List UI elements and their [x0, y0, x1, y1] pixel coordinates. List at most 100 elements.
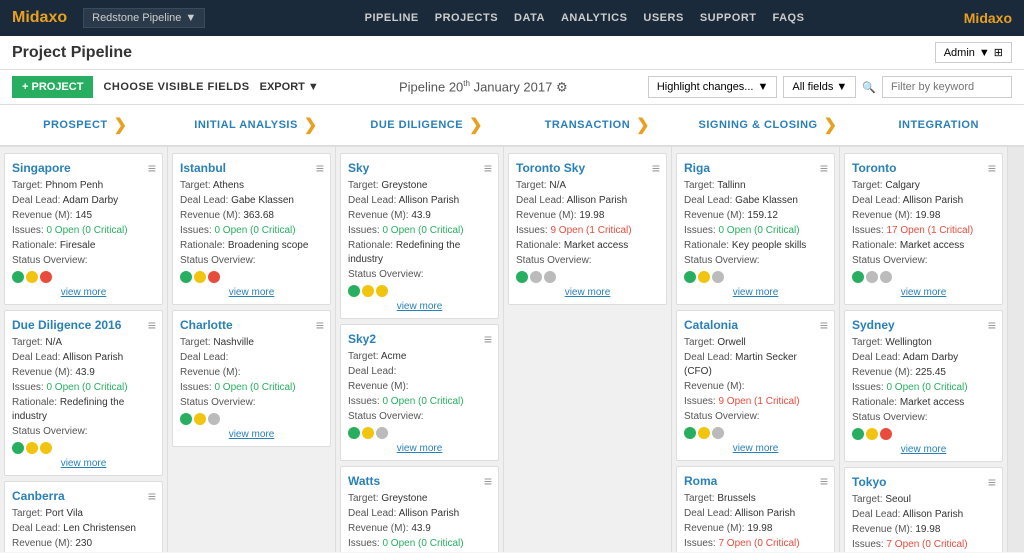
card-field-target: Target: Wellington — [852, 336, 995, 350]
card-menu-icon[interactable]: ≡ — [148, 160, 156, 176]
export-button[interactable]: EXPORT ▼ — [260, 81, 319, 93]
nav-link-data[interactable]: DATA — [514, 12, 545, 24]
card-title[interactable]: Charlotte — [180, 318, 323, 332]
status-dot — [712, 427, 724, 439]
settings-icon[interactable]: ⚙ — [556, 79, 568, 94]
status-dot — [362, 285, 374, 297]
status-dot — [852, 271, 864, 283]
view-more-link[interactable]: view more — [12, 285, 155, 300]
choose-visible-fields-button[interactable]: CHOOSE VISIBLE FIELDS — [103, 81, 249, 93]
card-status-row — [852, 271, 995, 283]
card-title[interactable]: Watts — [348, 474, 491, 488]
stage-due-diligence[interactable]: DUE DILIGENCE❯ — [341, 105, 512, 145]
stage-arrow: ❯ — [636, 115, 650, 135]
card-menu-icon[interactable]: ≡ — [148, 317, 156, 333]
status-dot — [26, 442, 38, 454]
card-title[interactable]: Toronto — [852, 161, 995, 175]
stage-prospect[interactable]: PROSPECT❯ — [0, 105, 171, 145]
view-more-link[interactable]: view more — [348, 299, 491, 314]
nav-link-users[interactable]: USERS — [643, 12, 683, 24]
card-menu-icon[interactable]: ≡ — [316, 160, 324, 176]
all-fields-button[interactable]: All fields ▼ — [783, 76, 856, 98]
status-dot — [516, 271, 528, 283]
card-status-row — [12, 271, 155, 283]
card-menu-icon[interactable]: ≡ — [316, 317, 324, 333]
card-field-issues: Issues: 9 Open (1 Critical) — [516, 224, 659, 238]
stage-integration[interactable]: INTEGRATION — [853, 105, 1024, 145]
highlight-button[interactable]: Highlight changes... ▼ — [648, 76, 778, 98]
stage-initial-analysis[interactable]: INITIAL ANALYSIS❯ — [171, 105, 342, 145]
stage-arrow: ❯ — [304, 115, 318, 135]
card-menu-icon[interactable]: ≡ — [484, 331, 492, 347]
card-menu-icon[interactable]: ≡ — [820, 317, 828, 333]
view-more-link[interactable]: view more — [12, 456, 155, 471]
view-more-link[interactable]: view more — [852, 285, 995, 300]
nav-link-faqs[interactable]: FAQS — [773, 12, 805, 24]
card-menu-icon[interactable]: ≡ — [652, 160, 660, 176]
card-status-label: Status Overview: — [180, 254, 323, 268]
card-menu-icon[interactable]: ≡ — [148, 488, 156, 504]
card: ≡CanberraTarget: Port VilaDeal Lead: Len… — [4, 481, 163, 552]
card-title[interactable]: Sky2 — [348, 332, 491, 346]
card-menu-icon[interactable]: ≡ — [484, 160, 492, 176]
card-menu-icon[interactable]: ≡ — [820, 473, 828, 489]
card-title[interactable]: Tokyo — [852, 475, 995, 489]
card-menu-icon[interactable]: ≡ — [988, 317, 996, 333]
stage-transaction[interactable]: TRANSACTION❯ — [512, 105, 683, 145]
status-dot — [180, 271, 192, 283]
column-due-diligence: ≡SkyTarget: GreystoneDeal Lead: Allison … — [336, 147, 504, 552]
card-menu-icon[interactable]: ≡ — [988, 160, 996, 176]
card-field-deal_lead: Deal Lead: Allison Parish — [348, 507, 491, 521]
card-field-issues: Issues: 0 Open (0 Critical) — [348, 537, 491, 551]
admin-button[interactable]: Admin ▼ ⊞ — [935, 42, 1012, 63]
card-field-deal_lead: Deal Lead: Gabe Klassen — [180, 194, 323, 208]
status-dot — [880, 271, 892, 283]
nav-link-analytics[interactable]: ANALYTICS — [561, 12, 627, 24]
column-integration: ≡TorontoTarget: CalgaryDeal Lead: Alliso… — [840, 147, 1008, 552]
card-menu-icon[interactable]: ≡ — [820, 160, 828, 176]
pipeline-dropdown[interactable]: Redstone Pipeline ▼ — [83, 8, 205, 28]
card-title[interactable]: Riga — [684, 161, 827, 175]
card-field-deal_lead: Deal Lead: — [180, 351, 323, 365]
status-dot — [348, 285, 360, 297]
view-more-link[interactable]: view more — [684, 285, 827, 300]
view-more-link[interactable]: view more — [180, 285, 323, 300]
card-field-revenue: Revenue (M): 159.12 — [684, 209, 827, 223]
card-field-issues: Issues: 0 Open (0 Critical) — [852, 381, 995, 395]
card-field-issues: Issues: 0 Open (0 Critical) — [180, 224, 323, 238]
card-status-label: Status Overview: — [852, 254, 995, 268]
card-field-deal_lead: Deal Lead: Gabe Klassen — [684, 194, 827, 208]
stage-arrow: ❯ — [469, 115, 483, 135]
card-title[interactable]: Sydney — [852, 318, 995, 332]
view-more-link[interactable]: view more — [684, 441, 827, 456]
stage-signing-&-closing[interactable]: SIGNING & CLOSING❯ — [683, 105, 854, 145]
add-project-button[interactable]: + PROJECT — [12, 76, 93, 98]
card-title[interactable]: Catalonia — [684, 318, 827, 332]
status-dot — [684, 427, 696, 439]
nav-link-pipeline[interactable]: PIPELINE — [365, 12, 419, 24]
card-menu-icon[interactable]: ≡ — [484, 473, 492, 489]
card-menu-icon[interactable]: ≡ — [988, 474, 996, 490]
view-more-link[interactable]: view more — [852, 442, 995, 457]
status-dot — [698, 427, 710, 439]
view-more-link[interactable]: view more — [180, 427, 323, 442]
view-more-link[interactable]: view more — [516, 285, 659, 300]
filter-input[interactable] — [882, 76, 1012, 98]
status-dot — [544, 271, 556, 283]
card-title[interactable]: Toronto Sky — [516, 161, 659, 175]
card-title[interactable]: Due Diligence 2016 — [12, 318, 155, 332]
card-title[interactable]: Istanbul — [180, 161, 323, 175]
card-title[interactable]: Canberra — [12, 489, 155, 503]
nav-link-projects[interactable]: PROJECTS — [435, 12, 498, 24]
view-more-link[interactable]: view more — [348, 441, 491, 456]
card-title[interactable]: Singapore — [12, 161, 155, 175]
card-field-deal_lead: Deal Lead: Allison Parish — [684, 507, 827, 521]
card-title[interactable]: Sky — [348, 161, 491, 175]
nav-link-support[interactable]: SUPPORT — [700, 12, 757, 24]
card-field-revenue: Revenue (M): 225.45 — [852, 366, 995, 380]
card-status-label: Status Overview: — [12, 254, 155, 268]
card-title[interactable]: Roma — [684, 474, 827, 488]
status-dot — [866, 428, 878, 440]
nav-right: Midaxo — [964, 10, 1012, 26]
status-dot — [40, 271, 52, 283]
